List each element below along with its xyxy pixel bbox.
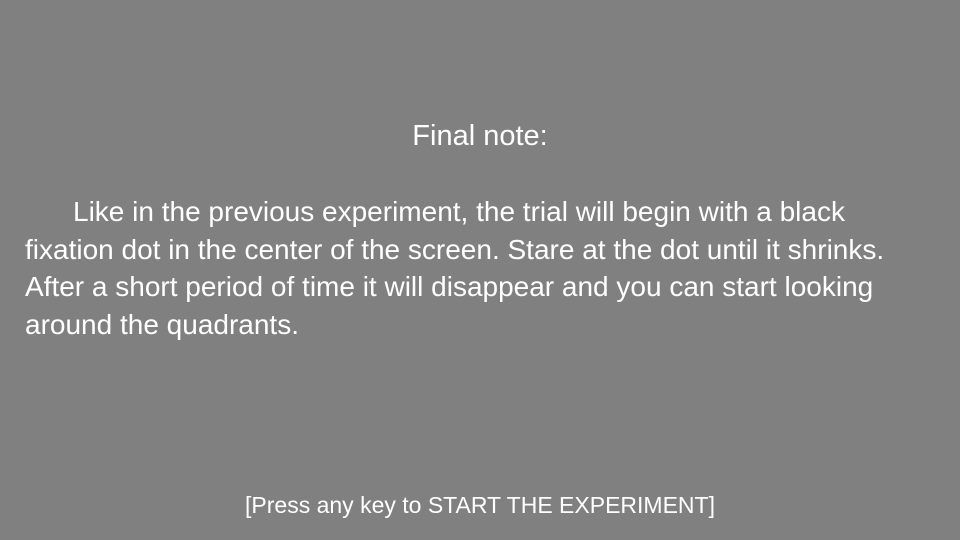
start-prompt: [Press any key to START THE EXPERIMENT] [245,492,715,518]
instruction-body: Like in the previous experiment, the tri… [25,196,885,340]
instruction-screen[interactable]: Final note: Like in the previous experim… [0,0,960,540]
instruction-title: Final note: [412,120,548,152]
